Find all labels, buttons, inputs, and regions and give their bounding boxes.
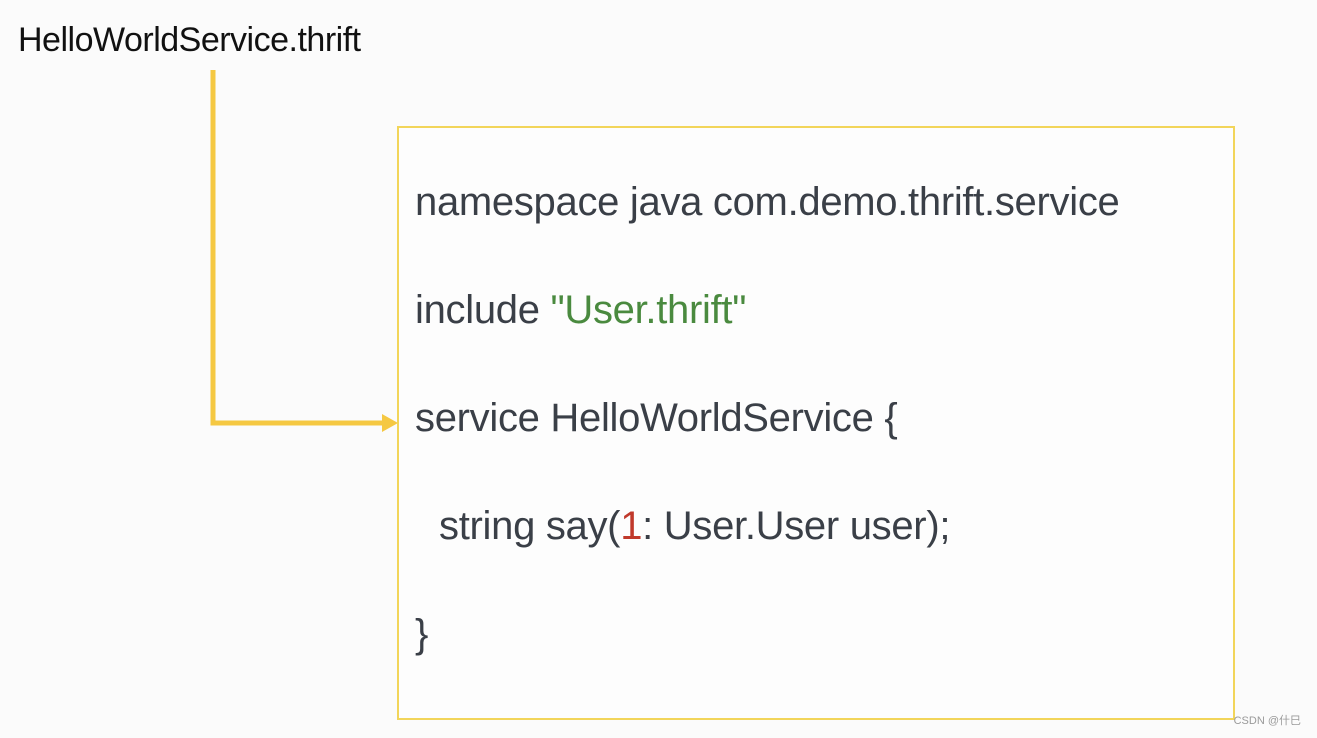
include-string: "User.thrift" (550, 288, 747, 332)
code-line-include: include "User.thrift" (415, 286, 746, 334)
method-signature-end: : User.User user); (642, 504, 951, 548)
code-line-namespace: namespace java com.demo.thrift.service (415, 180, 1120, 224)
code-line-method: string say(1: User.User user); (439, 502, 950, 550)
code-line-closing-brace: } (415, 612, 429, 656)
code-box: namespace java com.demo.thrift.service i… (397, 126, 1235, 720)
connector-line (210, 70, 384, 426)
arrowhead-icon (382, 414, 398, 432)
method-signature-start: string say( (439, 504, 621, 548)
field-id-number: 1 (620, 504, 643, 548)
code-line-service: service HelloWorldService { (415, 396, 898, 440)
watermark: CSDN @什巳 (1233, 715, 1301, 727)
include-keyword: include (415, 288, 551, 332)
